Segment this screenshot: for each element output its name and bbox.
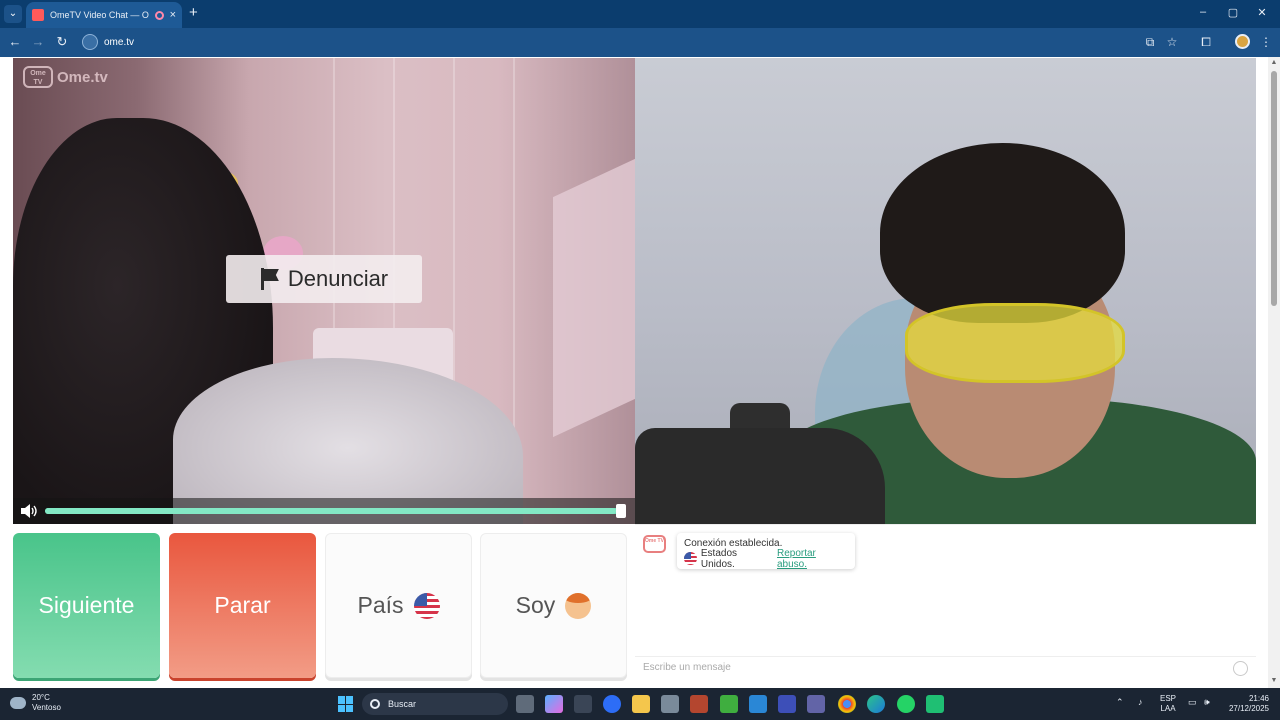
app-icon[interactable] (690, 695, 708, 713)
speaker-icon[interactable] (19, 503, 39, 519)
site-info-icon[interactable] (82, 34, 98, 50)
chat-panel: Ome TV Conexión establecida. Estados Uni… (635, 524, 1256, 679)
weather-desc: Ventoso (32, 703, 61, 712)
recording-indicator-icon (154, 10, 164, 20)
zoom-icon[interactable] (603, 695, 621, 713)
ometv-favicon-icon (32, 9, 44, 21)
minimize-button[interactable]: – (1193, 6, 1213, 18)
forward-arrow-icon[interactable]: → (29, 34, 47, 50)
logo-badge: Ome TV (23, 66, 53, 88)
country-text: Estados Unidos. (700, 547, 738, 570)
clock[interactable]: 21:46 27/12/2025 (1225, 694, 1269, 714)
message-placeholder: Escribe un mensaje (643, 662, 731, 673)
country-button[interactable]: País (325, 533, 472, 678)
copilot-icon[interactable] (545, 695, 563, 713)
next-label: Siguiente (38, 592, 135, 618)
new-tab-button[interactable]: + (189, 5, 198, 21)
whatsapp-icon[interactable] (897, 695, 915, 713)
store-icon[interactable] (574, 695, 592, 713)
task-view-icon[interactable] (516, 695, 534, 713)
menu-kebab-icon[interactable]: ⋮ (1258, 35, 1274, 49)
tray-overflow-icon[interactable]: ⌃ (1116, 697, 1124, 708)
android-app-icon[interactable] (926, 695, 944, 713)
boy-emoji-icon (565, 592, 592, 619)
page-scrollbar[interactable]: ▲ ▼ (1268, 57, 1280, 688)
edge-icon[interactable] (867, 695, 885, 713)
flag-icon (260, 268, 280, 290)
report-button[interactable]: Denunciar (226, 255, 422, 303)
country-label: País (357, 592, 404, 618)
system-message: Conexión establecida. Estados Unidos. Re… (677, 533, 855, 570)
install-app-icon[interactable]: ⧉ (1142, 35, 1158, 49)
close-window-button[interactable]: ✕ (1252, 6, 1272, 19)
scroll-up-icon[interactable]: ▲ (1270, 59, 1278, 66)
ometv-logo: Ome TV Ome.tv (23, 66, 108, 88)
windows-start-icon[interactable] (338, 696, 354, 712)
us-flag-icon (413, 592, 440, 619)
report-abuse-link[interactable]: Reportar abuso. (777, 548, 848, 570)
gender-button[interactable]: Soy (480, 533, 627, 678)
next-button[interactable]: Siguiente (13, 533, 160, 678)
url-text: ome.tv (104, 36, 135, 48)
weather-temp: 20°C (32, 693, 50, 702)
volume-slider[interactable] (45, 504, 626, 518)
ometv-page: Ome TV Ome.tv Denunciar Siguiente Parar … (0, 57, 1280, 688)
report-label: Denunciar (287, 266, 389, 291)
chrome-icon[interactable] (838, 695, 856, 713)
microphone-icon[interactable]: ♪ (1138, 697, 1143, 707)
lang-bottom: LAA (1160, 704, 1176, 713)
ide-icon[interactable] (778, 695, 796, 713)
maximize-button[interactable]: ▢ (1223, 6, 1243, 19)
teams-icon[interactable] (807, 695, 825, 713)
logo-text: Ome.tv (57, 68, 108, 86)
bookmark-star-icon[interactable]: ☆ (1164, 35, 1180, 49)
tab-title: OmeTV Video Chat — Ome (50, 10, 149, 20)
clock-time: 21:46 (1248, 694, 1269, 703)
volume-bar (13, 498, 635, 524)
search-icon (370, 699, 380, 709)
wind-icon (10, 697, 26, 709)
extensions-icon[interactable]: ⧠ (1198, 35, 1214, 49)
taskbar-search[interactable]: Buscar (362, 693, 508, 715)
stop-button[interactable]: Parar (169, 533, 316, 678)
system-logo-badge: Ome TV (643, 535, 666, 553)
game-icon[interactable] (661, 695, 679, 713)
reload-icon[interactable]: ↻ (53, 34, 71, 50)
vscode-icon[interactable] (749, 695, 767, 713)
self-video (635, 58, 1256, 524)
minecraft-icon[interactable] (720, 695, 738, 713)
stop-label: Parar (214, 592, 271, 618)
scroll-thumb[interactable] (1271, 71, 1277, 306)
language-indicator[interactable]: ESP LAA (1160, 694, 1176, 714)
scroll-down-icon[interactable]: ▼ (1270, 677, 1278, 684)
emoji-icon[interactable] (1233, 661, 1248, 676)
us-flag-small-icon (684, 552, 697, 565)
gender-label: Soy (515, 592, 556, 618)
lang-top: ESP (1160, 694, 1177, 703)
clock-date: 27/12/2025 (1228, 704, 1269, 713)
browser-tab-bar: ⌄ OmeTV Video Chat — Ome × + – ▢ ✕ (0, 0, 1280, 28)
back-arrow-icon[interactable]: ← (6, 34, 24, 50)
browser-tab[interactable]: OmeTV Video Chat — Ome × (26, 2, 182, 28)
volume-icon[interactable]: 🕪 (1204, 697, 1210, 708)
search-label: Buscar (388, 699, 417, 709)
tab-search-button[interactable]: ⌄ (4, 5, 22, 23)
network-icon[interactable]: ▭ (1188, 697, 1197, 708)
windows-taskbar: 20°C Ventoso Buscar ⌃ ♪ ESP LAA ▭ 🕪 21:4… (0, 688, 1280, 720)
volume-fill (45, 508, 617, 514)
tab-close-button[interactable]: × (170, 9, 176, 21)
weather-widget[interactable]: 20°C Ventoso (10, 693, 61, 713)
address-bar[interactable]: ome.tv (82, 31, 1132, 53)
profile-avatar[interactable] (1235, 34, 1250, 49)
message-input[interactable]: Escribe un mensaje (635, 656, 1256, 680)
volume-handle[interactable] (616, 504, 626, 518)
stranger-video: Ome TV Ome.tv Denunciar (13, 58, 635, 524)
file-explorer-icon[interactable] (632, 695, 650, 713)
browser-toolbar: ← → ↻ ome.tv ⧉ ☆ ⧠ ⋮ (0, 28, 1280, 57)
